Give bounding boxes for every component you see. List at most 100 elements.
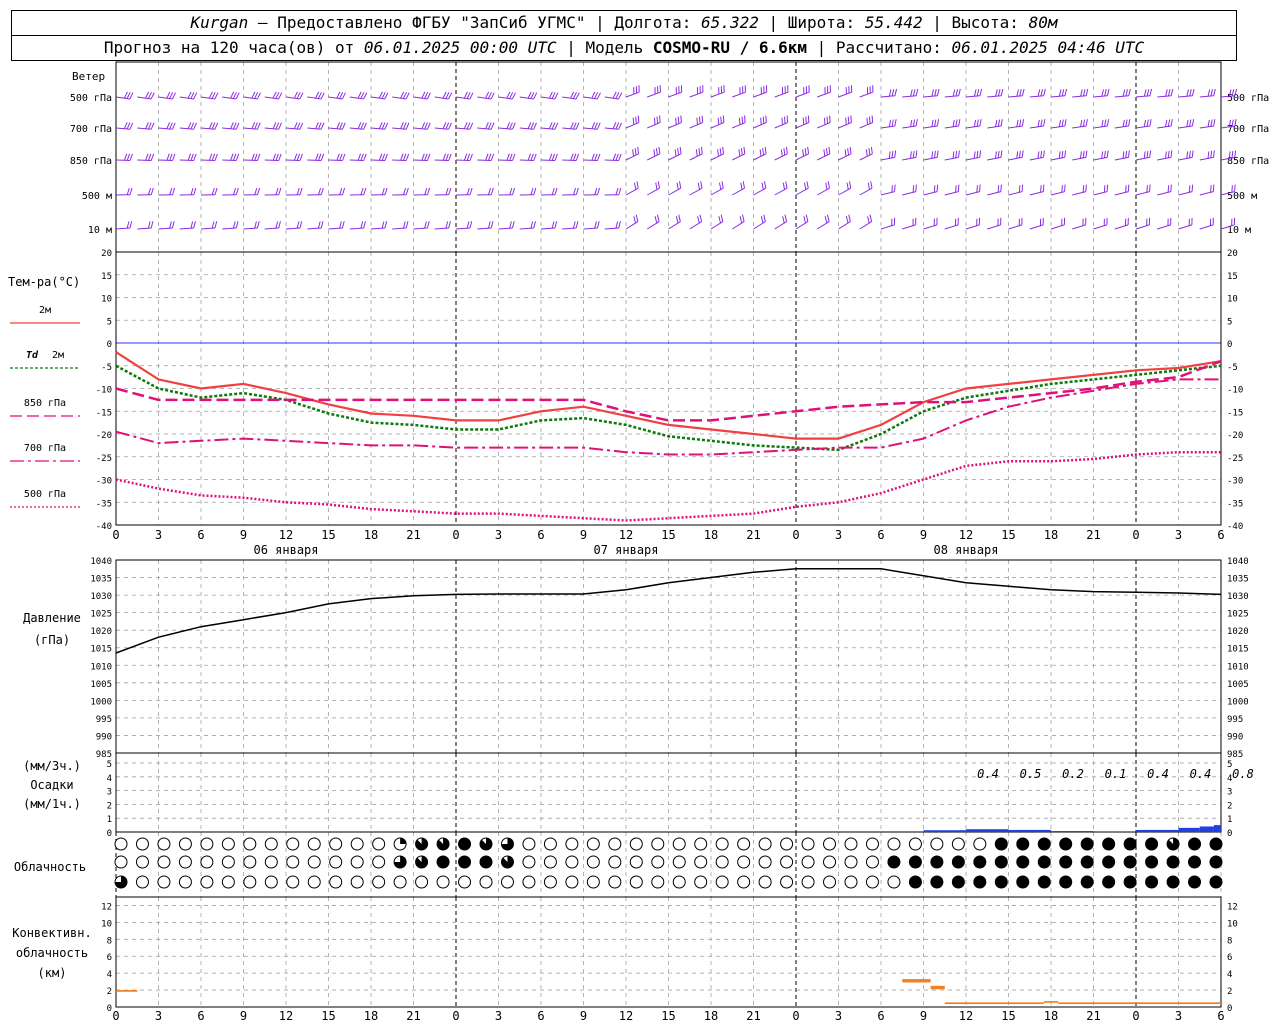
wind-barb-feather	[530, 153, 534, 161]
wind-barb-feather	[293, 153, 298, 161]
wind-barb-feather	[402, 221, 406, 229]
wind-barb-feather	[211, 92, 216, 99]
precip-bar	[966, 829, 1009, 832]
wind-barb-feather	[632, 117, 635, 125]
wind-barb-feather	[722, 115, 725, 123]
wind-barb-feather	[487, 122, 492, 130]
wind-barb	[1178, 125, 1193, 129]
wind-barb-feather	[145, 122, 149, 129]
cloud-symbol	[1016, 875, 1030, 889]
wind-barb-feather	[762, 116, 765, 124]
wind-barb-feather	[405, 187, 409, 195]
pressure-tick-left: 1000	[90, 697, 112, 707]
precip-3h-label: 0.4	[1147, 767, 1169, 781]
wind-barb-feather	[738, 149, 741, 157]
wind-barb-feather	[931, 89, 934, 97]
wind-barb-feather	[575, 92, 580, 100]
pressure-tick-right: 1025	[1227, 610, 1249, 620]
wind-barb-feather	[871, 115, 874, 123]
cloud-symbol	[629, 875, 643, 889]
wind-barb-feather	[742, 181, 745, 189]
wind-barb-feather	[765, 115, 767, 123]
cloud-symbol	[372, 855, 386, 869]
wind-barb-feather	[172, 187, 176, 195]
cloud-symbol	[565, 855, 579, 869]
cloud-symbol	[1016, 855, 1030, 869]
wind-barb-feather	[469, 221, 473, 229]
cloud-symbol	[1059, 875, 1073, 889]
wind-barb-feather	[341, 92, 346, 100]
wind-barb-feather	[150, 187, 154, 195]
wind-barb-feather	[824, 216, 828, 224]
wind-barb-feather	[597, 153, 601, 161]
cloud-symbol	[350, 855, 364, 869]
wind-barb-feather	[866, 117, 868, 125]
wind-barb-feather	[232, 221, 236, 229]
wind-barb-feather	[635, 214, 639, 222]
wind-barb-feather	[147, 221, 151, 229]
wind-barb	[668, 187, 681, 196]
wind-barb-feather	[530, 122, 535, 130]
wind-barb	[732, 153, 746, 161]
wind-barb-feather	[760, 216, 764, 224]
wind-barb-feather	[251, 122, 256, 129]
wind-barb	[477, 227, 492, 230]
wind-barb-feather	[533, 92, 538, 100]
temp-tick-left: 5	[107, 317, 112, 327]
cloud-symbol	[329, 837, 343, 851]
wind-barb-feather	[360, 153, 364, 161]
wind-barb-feather	[865, 149, 868, 157]
wind-barb-feather	[1061, 150, 1064, 158]
wind-barb	[689, 187, 703, 196]
wind-barb-feather	[426, 122, 431, 130]
wind-barb	[1008, 224, 1023, 230]
wind-barb-feather	[762, 148, 765, 156]
wind-barb-feather	[509, 92, 514, 99]
cloud-symbol	[157, 837, 171, 851]
legend-label-t700: 700 гПа	[24, 443, 66, 454]
cloud-symbol	[243, 855, 257, 869]
wind-barb-feather	[823, 149, 826, 157]
wind-barb-feather	[466, 153, 471, 161]
wind-barb-feather	[888, 89, 892, 97]
wind-barb-row	[115, 115, 1237, 130]
wind-barb-feather	[701, 115, 704, 123]
wind-barb	[774, 122, 788, 129]
wind-barb-feather	[952, 89, 956, 97]
wind-barb-feather	[166, 91, 171, 99]
wind-barb-feather	[655, 148, 658, 156]
meteogram: Ветер 500 гПа 500 гПа 700 гПа 700 гПа 850 гПа…	[8, 61, 1269, 1023]
wind-barb-feather	[1122, 151, 1125, 159]
cloud-symbol	[994, 855, 1008, 869]
cloud-symbol	[973, 875, 987, 889]
temp-tick-left: -25	[96, 454, 112, 464]
wind-barb-feather	[1231, 185, 1233, 193]
wind-barb-feather	[976, 150, 979, 158]
pressure-tick-right: 1005	[1227, 680, 1249, 690]
wind-barb-feather	[575, 187, 579, 195]
wind-barb-feather	[445, 187, 449, 195]
wind-barb-feather	[1125, 185, 1127, 193]
temp-tick-left: -40	[96, 522, 112, 532]
wind-barb-feather	[1085, 184, 1087, 192]
wind-barb	[710, 153, 724, 161]
wind-barb-feather	[572, 221, 576, 229]
wind-barb	[1157, 95, 1172, 98]
wind-barb	[1050, 95, 1065, 98]
wind-barb-feather	[275, 122, 280, 130]
wind-barb	[944, 125, 959, 129]
wind-barb-feather	[214, 187, 218, 195]
wind-barb	[753, 153, 767, 161]
wind-barb-feather	[405, 153, 410, 161]
conv-axis-label: облачность	[16, 946, 88, 960]
wind-barb-feather	[803, 216, 806, 224]
wind-barb-feather	[806, 181, 809, 189]
wind-barb-feather	[527, 122, 532, 129]
wind-barb-feather	[442, 153, 447, 161]
wind-barb-feather	[169, 122, 173, 130]
wind-barb-feather	[463, 153, 468, 161]
wind-barb-feather	[979, 150, 982, 158]
wind-barb-feather	[829, 115, 831, 123]
wind-level-label-left: 700 гПа	[70, 124, 112, 135]
cloud-symbol	[586, 855, 600, 869]
